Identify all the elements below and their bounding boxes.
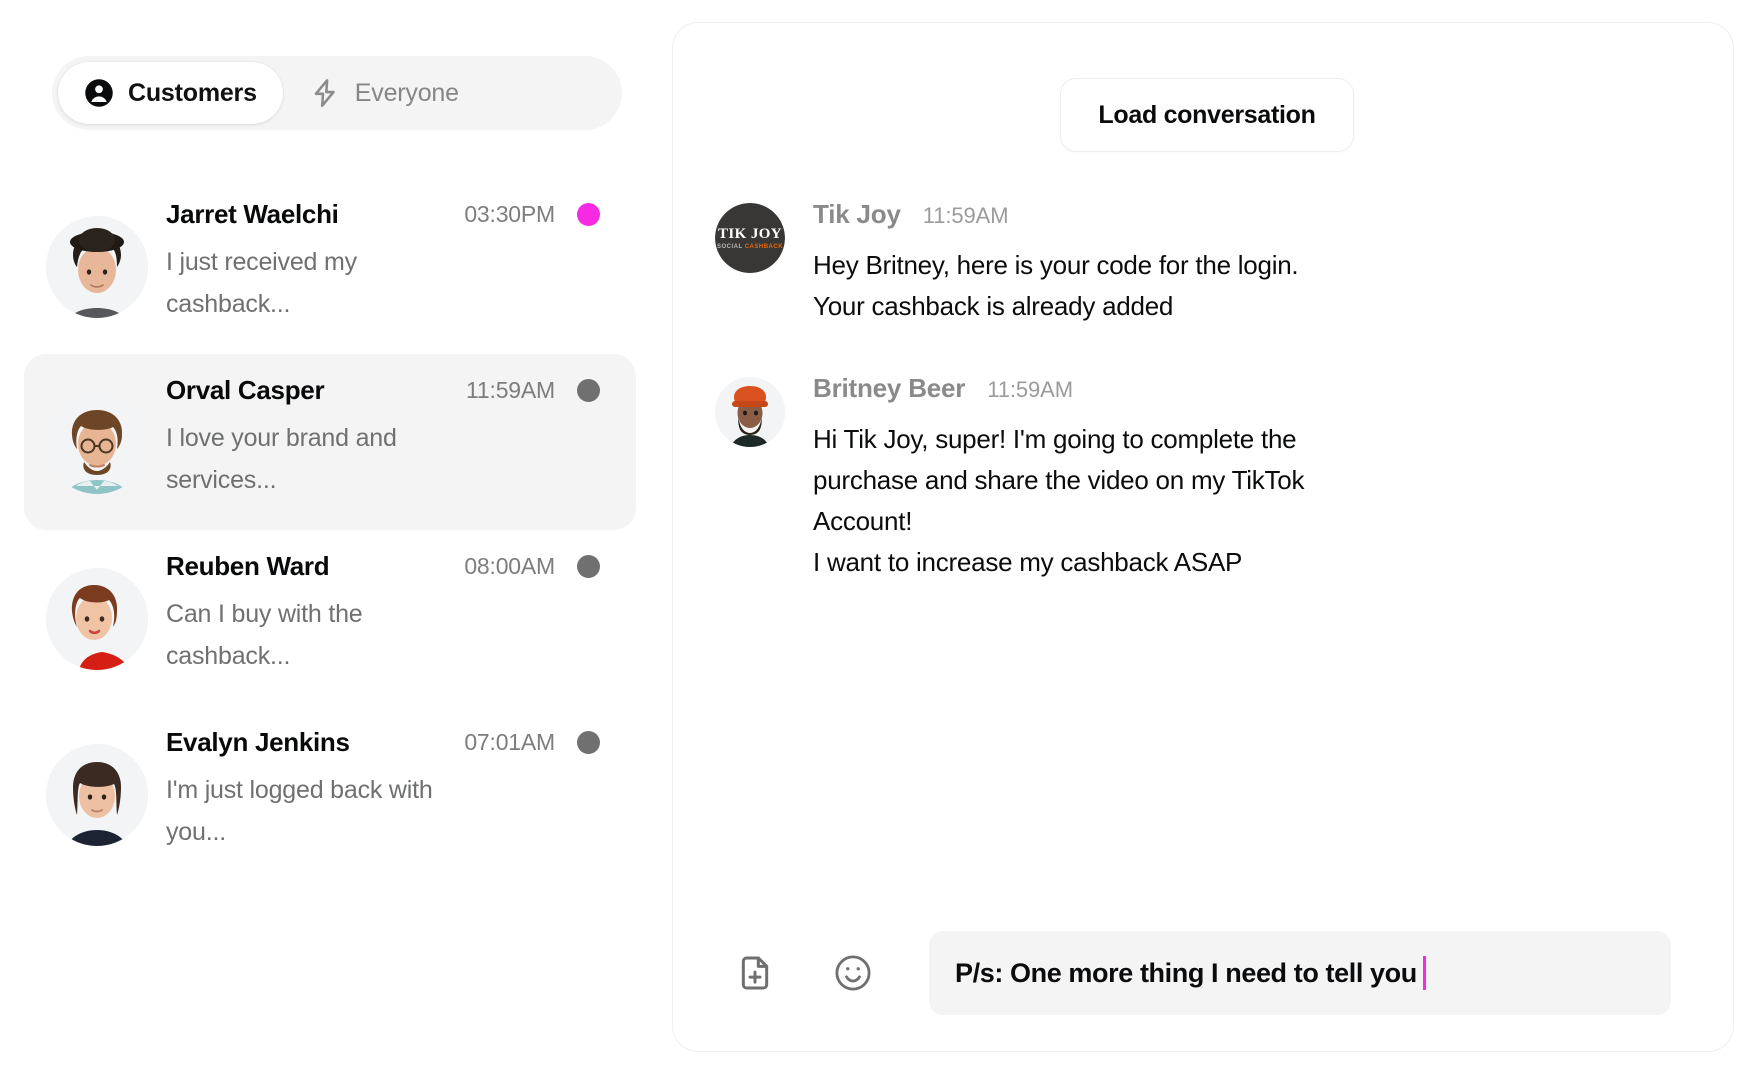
contact-row-reuben-ward[interactable]: Reuben Ward 08:00AM Can I buy with the c…: [24, 530, 636, 706]
messaging-app: Customers Everyone Jarret Waelchi 03:30P…: [0, 0, 1760, 1072]
status-badge: [577, 730, 600, 754]
message-author: Tik Joy: [813, 199, 901, 229]
message-content: Britney Beer 11:59AM Hi Tik Joy, super! …: [715, 373, 1733, 583]
conversation-sidebar: Customers Everyone Jarret Waelchi 03:30P…: [0, 0, 660, 1072]
message-thread: TIK JOY SOCIAL CASHBACK Tik Joy 11:59AM …: [673, 199, 1733, 629]
tikjoy-logo-avatar: TIK JOY SOCIAL CASHBACK: [715, 203, 785, 273]
message-time: 11:59AM: [987, 377, 1073, 403]
lightning-bolt-icon: [309, 77, 341, 109]
contact-name: Evalyn Jenkins: [166, 726, 350, 757]
contact-name: Reuben Ward: [166, 550, 330, 581]
text-cursor: [1422, 956, 1426, 990]
tikjoy-logo-cashback: CASHBACK: [744, 243, 784, 250]
status-badge: [577, 554, 600, 578]
message-time: 11:59AM: [922, 203, 1009, 228]
contact-info: Reuben Ward 08:00AM Can I buy with the c…: [166, 548, 624, 678]
contact-preview: I'm just logged back with you...: [166, 776, 433, 846]
contact-time: 08:00AM: [464, 552, 555, 579]
avatar: [715, 377, 785, 448]
message-item: Britney Beer 11:59AM Hi Tik Joy, super! …: [673, 373, 1733, 583]
contact-time: 11:59AM: [466, 376, 555, 403]
contact-info: Evalyn Jenkins 07:01AM I'm just logged b…: [166, 724, 624, 854]
contact-time: 03:30PM: [464, 200, 555, 227]
load-conversation-label: Load conversation: [1098, 100, 1316, 129]
tikjoy-logo-social: SOCIAL: [716, 243, 743, 250]
contact-list: Jarret Waelchi 03:30PM I just received m…: [24, 178, 636, 882]
contact-row-jarret-waelchi[interactable]: Jarret Waelchi 03:30PM I just received m…: [24, 178, 636, 354]
avatar: [46, 568, 148, 670]
message-content: Tik Joy 11:59AM Hey Britney, here is you…: [715, 199, 1733, 327]
contact-preview: I love your brand and services...: [166, 424, 397, 494]
smiley-face-icon[interactable]: [825, 945, 881, 1001]
tab-customers[interactable]: Customers: [58, 62, 283, 124]
message-composer: P/s: One more thing I need to tell you: [673, 931, 1733, 1015]
tikjoy-logo-wordmark: TIK JOY: [717, 225, 783, 242]
tab-everyone-label: Everyone: [354, 78, 459, 107]
message-item: TIK JOY SOCIAL CASHBACK Tik Joy 11:59AM …: [673, 199, 1733, 327]
message-author: Britney Beer: [813, 373, 966, 404]
contact-preview: I just received my cashback...: [166, 248, 357, 318]
avatar: [46, 392, 148, 494]
contact-name: Orval Casper: [166, 374, 325, 405]
chat-panel: Load conversation TIK JOY SOCIAL CASHBAC…: [672, 22, 1734, 1052]
contact-name: Jarret Waelchi: [166, 198, 339, 229]
audience-toggle[interactable]: Customers Everyone: [52, 56, 622, 130]
status-badge: [577, 202, 600, 226]
contact-info: Jarret Waelchi 03:30PM I just received m…: [166, 196, 624, 326]
avatar: [46, 216, 148, 318]
file-plus-icon[interactable]: [727, 945, 783, 1001]
message-input-value: P/s: One more thing I need to tell you: [955, 957, 1417, 988]
person-icon: [84, 78, 114, 108]
load-conversation-button[interactable]: Load conversation: [1060, 78, 1354, 152]
tab-everyone[interactable]: Everyone: [283, 62, 485, 124]
message-text: Hey Britney, here is your code for the l…: [813, 250, 1299, 322]
contact-row-evalyn-jenkins[interactable]: Evalyn Jenkins 07:01AM I'm just logged b…: [24, 706, 636, 882]
message-input[interactable]: P/s: One more thing I need to tell you: [929, 931, 1671, 1015]
contact-info: Orval Casper 11:59AM I love your brand a…: [166, 372, 624, 502]
tab-customers-label: Customers: [128, 78, 257, 107]
message-text: Hi Tik Joy, super! I'm going to complete…: [813, 424, 1305, 578]
avatar: [46, 744, 148, 846]
contact-time: 07:01AM: [464, 728, 555, 755]
status-badge: [577, 378, 600, 402]
contact-preview: Can I buy with the cashback...: [166, 600, 363, 670]
contact-row-orval-casper[interactable]: Orval Casper 11:59AM I love your brand a…: [24, 354, 636, 530]
